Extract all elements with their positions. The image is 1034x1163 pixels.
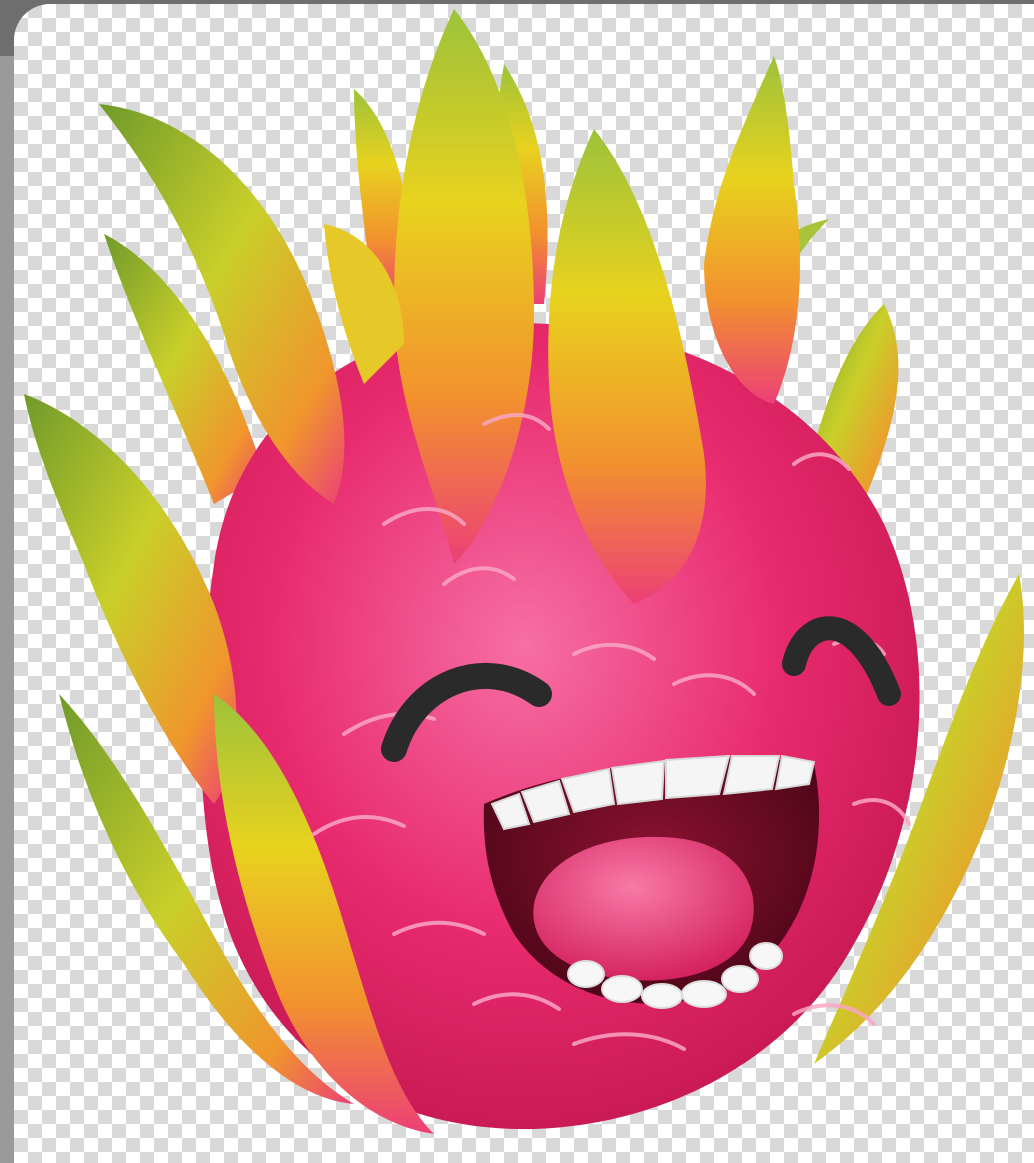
checkerboard-background: [14, 4, 1034, 1163]
image-frame: [0, 0, 1034, 1163]
dragon-fruit-illustration: [24, 9, 1024, 1134]
leaf-top-right: [704, 56, 800, 404]
side-strip: [0, 56, 14, 1163]
